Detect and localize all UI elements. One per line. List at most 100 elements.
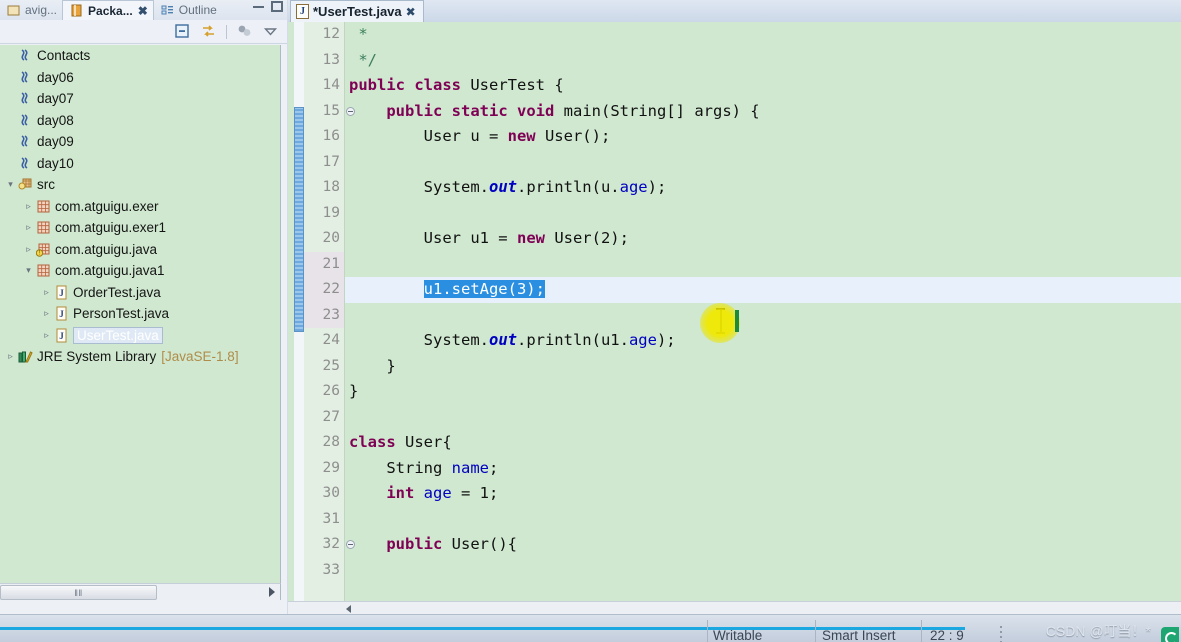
tree-item-label: OrderTest.java xyxy=(73,284,161,300)
code-line[interactable] xyxy=(345,201,1181,227)
package-icon xyxy=(35,199,52,214)
package-icon xyxy=(35,220,52,235)
line-number: 27 xyxy=(322,408,340,425)
code-line[interactable] xyxy=(345,405,1181,431)
code-line[interactable]: u1.setAge(3); xyxy=(345,277,1181,303)
view-tab-bar: avig... Packa... ✖ Outline xyxy=(0,0,287,20)
code-line[interactable] xyxy=(345,150,1181,176)
tab-outline[interactable]: Outline xyxy=(154,0,222,20)
svg-text:J: J xyxy=(59,331,64,341)
tree-item-day10[interactable]: day10 xyxy=(0,153,280,175)
tree-item-com-atguigu-exer[interactable]: ▹ com.atguigu.exer xyxy=(0,196,280,218)
line-number: 25 xyxy=(322,357,340,374)
code-line[interactable]: public static void main(String[] args) { xyxy=(345,99,1181,125)
collapse-arrow-icon[interactable]: ▹ xyxy=(40,308,53,319)
project-tree[interactable]: Contacts day06 day07 day08 day09 day10 ▾ src ▹ co… xyxy=(0,45,281,598)
view-toolbar xyxy=(0,20,287,44)
source-code[interactable]: * */ public class UserTest { public stati… xyxy=(345,22,1181,602)
close-icon[interactable]: ✖ xyxy=(406,5,416,19)
left-arrow-icon[interactable] xyxy=(346,605,351,613)
status-divider xyxy=(707,620,708,642)
svg-text:J: J xyxy=(59,288,64,298)
code-line[interactable]: System.out.println(u1.age); xyxy=(345,328,1181,354)
collapse-all-icon[interactable] xyxy=(174,23,191,40)
link-with-editor-icon[interactable] xyxy=(200,23,217,40)
tree-item-com-atguigu-java1[interactable]: ▾ com.atguigu.java1 xyxy=(0,260,280,282)
code-token: void xyxy=(517,101,555,120)
tree-item-day09[interactable]: day09 xyxy=(0,131,280,153)
code-line[interactable] xyxy=(345,252,1181,278)
tree-item-day06[interactable]: day06 xyxy=(0,67,280,89)
tree-item-persontest-java[interactable]: ▹ J PersonTest.java xyxy=(0,303,280,325)
tree-item-contacts[interactable]: Contacts xyxy=(0,45,280,67)
collapse-arrow-icon[interactable]: ▹ xyxy=(22,222,35,233)
line-number: 14 xyxy=(322,77,340,93)
expand-arrow-icon[interactable]: ▾ xyxy=(22,265,35,276)
code-line[interactable] xyxy=(345,303,1181,329)
right-arrow-icon[interactable] xyxy=(269,587,275,597)
code-area[interactable]: 12 13 14 15 16 17 18 19 20 21 22 23 24 25 26 27 28 29 30 31… xyxy=(288,22,1181,602)
tree-item-com-atguigu-exer1[interactable]: ▹ com.atguigu.exer1 xyxy=(0,217,280,239)
code-line[interactable]: } xyxy=(345,379,1181,405)
tree-item-label: Contacts xyxy=(37,48,91,64)
code-token: ; xyxy=(488,458,499,477)
expand-arrow-icon[interactable]: ▾ xyxy=(4,179,17,190)
editor-tab-label: *UserTest.java xyxy=(313,4,402,19)
tree-item-day08[interactable]: day08 xyxy=(0,110,280,132)
tree-item-day07[interactable]: day07 xyxy=(0,88,280,110)
tree-item-ordertest-java[interactable]: ▹ J OrderTest.java xyxy=(0,282,280,304)
code-line[interactable]: public class UserTest { xyxy=(345,73,1181,99)
tab-package-explorer[interactable]: Packa... ✖ xyxy=(62,0,154,20)
collapse-arrow-icon[interactable]: ▹ xyxy=(40,287,53,298)
line-number: 19 xyxy=(322,204,340,221)
tree-item-label: com.atguigu.java xyxy=(55,241,158,257)
tree-item-com-atguigu-java[interactable]: ▹! com.atguigu.java xyxy=(0,239,280,261)
code-line[interactable]: User u1 = new User(2); xyxy=(345,226,1181,252)
tree-item-src[interactable]: ▾ src xyxy=(0,174,280,196)
collapse-arrow-icon[interactable]: ▹ xyxy=(4,351,17,362)
code-token: User u = xyxy=(349,127,508,145)
line-number-gutter: 12 13 14 15 16 17 18 19 20 21 22 23 24 25 26 27 28 29 30 31… xyxy=(304,22,355,602)
code-line[interactable]: class User{ xyxy=(345,430,1181,456)
code-token: */ xyxy=(349,50,377,69)
selected-code-text: u1.setAge(3); xyxy=(423,280,545,298)
collapse-arrow-icon[interactable]: ▹ xyxy=(40,330,53,341)
code-line[interactable] xyxy=(345,558,1181,584)
tree-item-label: com.atguigu.exer1 xyxy=(55,220,167,236)
line-number: 18 xyxy=(322,179,340,195)
view-filters-icon[interactable] xyxy=(236,23,253,40)
code-token: } xyxy=(349,382,359,400)
code-line[interactable]: public User(){ xyxy=(345,532,1181,558)
minimize-icon[interactable] xyxy=(253,5,264,8)
tree-item-jre-system-library[interactable]: ▹ JRE System Library [JavaSE-1.8] xyxy=(0,346,280,368)
code-line[interactable]: String name; xyxy=(345,456,1181,482)
code-line[interactable]: */ xyxy=(345,48,1181,74)
maximize-icon[interactable] xyxy=(271,1,283,12)
code-line[interactable]: User u = new User(); xyxy=(345,124,1181,150)
code-token: out xyxy=(488,178,517,196)
scrollbar-thumb[interactable]: ‖‖ xyxy=(0,585,157,600)
editor-tab-usertest[interactable]: J *UserTest.java ✖ xyxy=(290,0,424,22)
tree-item-usertest-java[interactable]: ▹ J UserTest.java xyxy=(0,325,280,347)
chevron-down-icon[interactable] xyxy=(262,23,279,40)
collapse-arrow-icon[interactable]: ▹ xyxy=(22,201,35,212)
code-token: class xyxy=(349,433,396,451)
code-line[interactable]: * xyxy=(345,22,1181,48)
progress-line xyxy=(0,627,965,630)
code-line[interactable]: System.out.println(u.age); xyxy=(345,175,1181,201)
editor-scrollbar-thumb[interactable] xyxy=(294,107,304,332)
editor-horizontal-scrollbar[interactable] xyxy=(288,601,1181,614)
code-line[interactable] xyxy=(345,507,1181,533)
collapse-arrow-icon[interactable]: ▹ xyxy=(22,244,35,255)
code-token: public xyxy=(349,76,405,94)
code-line[interactable]: int age = 1; xyxy=(345,481,1181,507)
close-icon[interactable]: ✖ xyxy=(138,4,148,18)
code-line[interactable]: } xyxy=(345,354,1181,380)
package-explorer-icon xyxy=(68,4,85,17)
tree-horizontal-scrollbar[interactable]: ‖‖ xyxy=(0,583,281,600)
status-insert-mode: Smart Insert xyxy=(822,628,896,642)
view-window-buttons xyxy=(253,1,283,12)
tab-navigator[interactable]: avig... xyxy=(0,0,62,20)
